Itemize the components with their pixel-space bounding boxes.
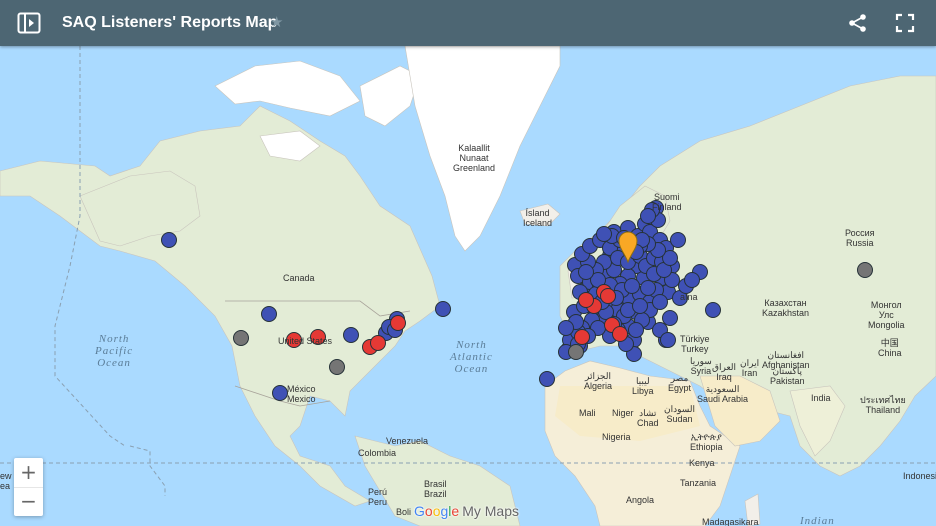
label-thailand: ประเทศไทย Thailand: [860, 395, 906, 415]
label-brasil: Brasil Brazil: [424, 479, 447, 499]
marker-red[interactable]: [600, 288, 616, 304]
label-tanzania: Tanzania: [680, 478, 717, 488]
marker-blue[interactable]: [705, 302, 721, 318]
label-egypt: مصر Egypt: [668, 373, 692, 393]
label-syria: سوريا Syria: [690, 356, 712, 376]
marker-blue[interactable]: [161, 232, 177, 248]
marker-blue[interactable]: [684, 272, 700, 288]
label-chad: تشاد Chad: [637, 408, 659, 428]
label-mongolia: Монгол Улс Mongolia: [868, 300, 905, 330]
label-newzealand: ew ea: [0, 471, 12, 491]
label-colombia: Colombia: [358, 448, 397, 458]
marker-blue[interactable]: [558, 320, 574, 336]
star-icon[interactable]: ★: [270, 13, 283, 31]
marker-blue[interactable]: [435, 301, 451, 317]
label-peru: Perú Peru: [368, 487, 388, 507]
zoom-out-button[interactable]: −: [14, 487, 43, 516]
zoom-in-button[interactable]: +: [14, 458, 43, 488]
share-icon[interactable]: [848, 13, 868, 33]
marker-blue[interactable]: [662, 310, 678, 326]
marker-red[interactable]: [390, 315, 406, 331]
label-india: India: [811, 393, 831, 403]
label-ethiopia: ኢትዮጵያ Ethiopia: [690, 432, 723, 452]
google-my-maps-logo: Google My Maps: [414, 503, 519, 519]
map-basemap: [0, 46, 936, 526]
marker-blue[interactable]: [660, 332, 676, 348]
label-kenya: Kenya: [689, 458, 715, 468]
zoom-controls: + −: [14, 458, 43, 516]
label-canada: Canada: [283, 273, 315, 283]
marker-gray[interactable]: [857, 262, 873, 278]
label-north-atlantic: North Atlantic Ocean: [450, 339, 493, 375]
label-indian-ocean: Indian: [800, 515, 835, 526]
marker-gray[interactable]: [329, 359, 345, 375]
marker-red[interactable]: [370, 335, 386, 351]
label-angola: Angola: [626, 495, 655, 505]
label-bolivia: Boli: [396, 507, 412, 517]
google-logo: Google: [414, 503, 460, 519]
marker-blue[interactable]: [652, 294, 668, 310]
label-venezuela: Venezuela: [386, 436, 429, 446]
label-libya: ليبيا Libya: [632, 376, 654, 396]
label-pakistan: پاکستان Pakistan: [770, 366, 805, 386]
label-finland: Suomi Finland: [652, 192, 682, 212]
label-ukraine: aïna: [680, 292, 698, 302]
map-title: SAQ Listeners' Reports Map: [62, 14, 278, 31]
marker-red[interactable]: [578, 292, 594, 308]
marker-gray[interactable]: [233, 330, 249, 346]
label-niger: Niger: [612, 408, 634, 418]
fullscreen-icon[interactable]: [895, 13, 915, 33]
label-iran: ایران Iran: [740, 358, 760, 378]
marker-red[interactable]: [612, 326, 628, 342]
map-canvas[interactable]: Kalaallit Nunaat Greenland Ísland Icelan…: [0, 46, 936, 526]
marker-blue[interactable]: [628, 322, 644, 338]
marker-blue[interactable]: [596, 226, 612, 242]
marker-blue[interactable]: [640, 280, 656, 296]
marker-gray[interactable]: [568, 344, 584, 360]
marker-red[interactable]: [574, 329, 590, 345]
label-mali: Mali: [579, 408, 596, 418]
marker-blue[interactable]: [539, 371, 555, 387]
label-saudi: السعودية Saudi Arabia: [697, 384, 749, 404]
sidebar-toggle-icon[interactable]: [17, 12, 41, 34]
label-algeria: الجزائر Algeria: [584, 371, 613, 391]
label-iraq: العراق Iraq: [712, 362, 737, 382]
marker-blue[interactable]: [632, 298, 648, 314]
marker-blue[interactable]: [261, 306, 277, 322]
marker-blue[interactable]: [272, 385, 288, 401]
label-china: 中国 China: [878, 338, 902, 358]
app-header: SAQ Listeners' Reports Map ★: [0, 0, 936, 46]
label-mexico: México Mexico: [287, 384, 316, 404]
label-turkey: Türkiye Turkey: [680, 334, 710, 354]
marker-blue[interactable]: [624, 278, 640, 294]
label-russia: Россия Russia: [845, 228, 875, 248]
marker-blue[interactable]: [343, 327, 359, 343]
marker-blue[interactable]: [578, 264, 594, 280]
label-north-pacific: North Pacific Ocean: [95, 333, 134, 369]
label-iceland: Ísland Iceland: [523, 208, 553, 228]
marker-blue[interactable]: [670, 232, 686, 248]
label-usa: United States: [278, 336, 333, 346]
label-kazakhstan: Казахстан Kazakhstan: [762, 298, 810, 318]
label-madagascar: Madagasikara: [702, 517, 759, 526]
label-indonesia: Indonesi: [903, 471, 936, 481]
my-maps-label: My Maps: [462, 503, 519, 519]
label-sudan: السودان Sudan: [664, 404, 696, 424]
label-greenland: Kalaallit Nunaat Greenland: [453, 143, 496, 173]
label-nigeria: Nigeria: [602, 432, 631, 442]
